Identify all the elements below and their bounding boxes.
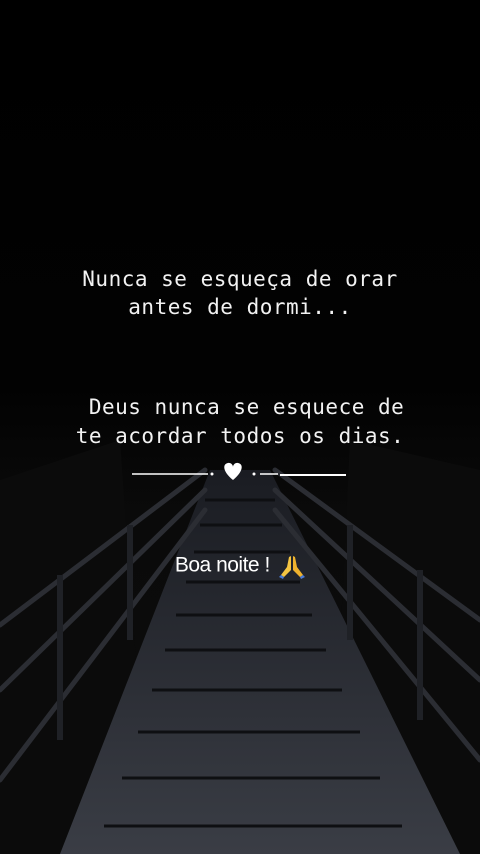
message-line-1: Nunca se esqueça de orar: [82, 267, 398, 291]
greeting-line: Boa noite !: [0, 553, 480, 579]
message-line-3: Deus nunca se esquece de: [75, 395, 405, 419]
heart-divider-icon: [132, 462, 346, 480]
praying-hands-icon: [279, 556, 306, 579]
message-line-2: antes de dormi...: [128, 295, 352, 319]
greeting-text: Boa noite !: [174, 553, 270, 577]
message-line-4: te acordar todos os dias.: [75, 424, 405, 448]
